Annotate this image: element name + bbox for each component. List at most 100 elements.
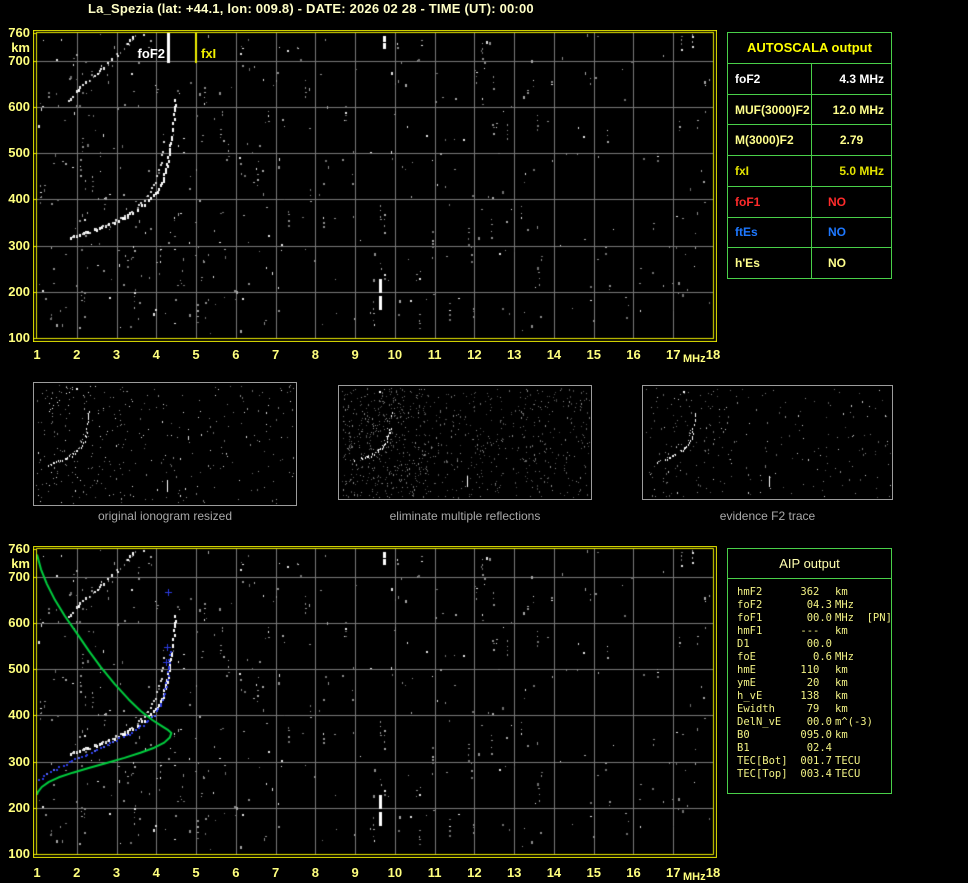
aip-param-value: 362 (800, 586, 832, 598)
autoscala-table-header: AUTOSCALA output (747, 40, 872, 55)
autoscala-row-value: 4.3 MHz (839, 71, 884, 86)
thumbnail-eliminate-reflections (338, 385, 592, 500)
aip-param-unit: km (835, 690, 848, 702)
y-tick-label: 300 (8, 237, 30, 253)
aip-row: hmF2 362 km (728, 586, 891, 599)
aip-param-name: B0 (737, 729, 750, 741)
autoscala-row-value: NO (828, 256, 846, 271)
autoscala-row-label: ftEs (728, 217, 812, 248)
aip-param-name: B1 (737, 742, 750, 754)
x-tick-label: 3 (112, 865, 121, 880)
y-tick-label: 500 (8, 145, 30, 161)
aip-table-header: AIP output (728, 549, 891, 579)
autoscala-table-rows: foF2 4.3 MHz MUF(3000)F2 12.0 MHz M(3000)F2 2… (728, 63, 891, 279)
x-tick-label: 12 (467, 865, 482, 880)
y-tick-label: 200 (8, 799, 30, 815)
autoscala-row-label: foF2 (728, 64, 812, 94)
aip-param-unit: TECU (835, 768, 861, 780)
autoscala-row: fxI 5.0 MHz (728, 155, 891, 186)
aip-param-unit: MHz (835, 599, 854, 611)
aip-param-name: TEC[Bot] (737, 755, 788, 767)
aip-param-name: hmE (737, 664, 756, 676)
x-tick-label: 16 (626, 865, 641, 880)
x-tick-label: 2 (73, 347, 81, 362)
aip-row: TEC[Top] 003.4 TECU (728, 768, 891, 781)
aip-param-name: Ewidth (737, 703, 775, 715)
aip-param-value: 20 (806, 677, 832, 689)
aip-param-value: 0.6 (813, 651, 832, 663)
x-tick-label: 8 (311, 865, 319, 880)
aip-param-value: 02.4 (806, 742, 832, 754)
x-tick-label: 13 (506, 865, 522, 880)
y-tick-label: 200 (8, 283, 30, 299)
x-axis-unit-label: MHz (683, 353, 706, 365)
x-tick-label: 5 (192, 865, 200, 880)
y-tick-label: 500 (8, 661, 30, 677)
y-axis-unit-label: km (11, 556, 30, 571)
aip-param-value: 138 (800, 690, 832, 702)
aip-param-unit: m^(-3) (835, 716, 873, 728)
aip-param-unit: km (835, 664, 848, 676)
aip-row: ymE 20 km (728, 677, 891, 690)
aip-row: hmE 110 km (728, 664, 891, 677)
aip-param-value: 79 (806, 703, 832, 715)
aip-param-name: D1 (737, 638, 750, 650)
fof2-marker-label: foF2 (137, 46, 165, 61)
aip-param-name: hmF2 (737, 586, 763, 598)
station-title: La_Spezia (lat: +44.1, lon: 009.8) - DAT… (88, 1, 534, 16)
aip-param-value: --- (800, 625, 832, 637)
autoscala-row: h'Es NO (728, 247, 891, 279)
autoscala-output-table: AUTOSCALA output foF2 4.3 MHz MUF(3000)F2 1… (727, 32, 892, 279)
aip-row: foF2 04.3 MHz (728, 599, 891, 612)
thumbnail-caption: original ionogram resized (97, 509, 233, 523)
thumbnail-evidence-f2-trace (642, 385, 893, 500)
x-tick-label: 16 (626, 347, 641, 362)
aip-param-name: foE (737, 651, 756, 663)
x-tick-label: 12 (467, 347, 482, 362)
aip-row: h_vE 138 km (728, 690, 891, 703)
aip-row: TEC[Bot] 001.7 TECU (728, 755, 891, 768)
autoscala-row-value: 2.79 (839, 133, 864, 148)
x-tick-label: 4 (152, 347, 160, 362)
x-tick-label: 15 (586, 347, 601, 362)
aip-row: D1 00.0 (728, 638, 891, 651)
y-tick-label: 300 (8, 753, 30, 769)
x-tick-label: 8 (311, 347, 319, 362)
aip-param-value: 00.0 (806, 716, 832, 728)
fxi-marker-label: fxI (201, 46, 217, 61)
x-tick-label: 9 (351, 865, 359, 880)
autoscala-row-value: 5.0 MHz (839, 164, 884, 179)
x-tick-label: 10 (387, 347, 403, 362)
aip-param-unit: MHz [PN] (835, 612, 892, 624)
x-axis-unit-label: MHz (683, 871, 706, 883)
y-tick-label: 760 (8, 25, 30, 40)
autoscala-row: M(3000)F2 2.79 (728, 124, 891, 156)
aip-row: foE 0.6 MHz (728, 651, 891, 664)
y-tick-label: 700 (8, 568, 30, 584)
aip-param-unit: km (835, 703, 848, 715)
x-tick-label: 2 (73, 865, 81, 880)
y-tick-label: 400 (8, 191, 30, 207)
autoscala-row: foF2 4.3 MHz (728, 63, 891, 94)
autoscala-row-value: 12.0 MHz (832, 102, 884, 117)
autoscala-row: foF1 NO (728, 185, 891, 217)
autoscala-row-label: h'Es (728, 248, 812, 279)
y-tick-label: 760 (8, 541, 30, 556)
aip-param-name: foF2 (737, 599, 763, 611)
y-tick-label: 100 (8, 846, 30, 861)
autoscala-row: ftEs NO (728, 216, 891, 248)
y-tick-label: 700 (8, 52, 30, 68)
aip-row: foF1 00.0 MHz [PN] (728, 612, 892, 625)
x-tick-label: 7 (271, 865, 280, 880)
autoscala-row-label: MUF(3000)F2 (728, 94, 812, 125)
aip-row: DelN_vE 00.0 m^(-3) (728, 716, 891, 729)
x-tick-label: 3 (112, 347, 121, 362)
aip-param-value: 04.3 (806, 599, 832, 611)
x-tick-label: 13 (506, 347, 522, 362)
aip-param-name: TEC[Top] (737, 768, 788, 780)
aip-param-name: h_vE (737, 690, 763, 702)
aip-param-value: 00.0 (806, 638, 832, 650)
y-tick-label: 400 (8, 707, 30, 723)
autoscala-row-label: M(3000)F2 (728, 125, 812, 156)
thumbnail-caption: eliminate multiple reflections (389, 509, 541, 523)
